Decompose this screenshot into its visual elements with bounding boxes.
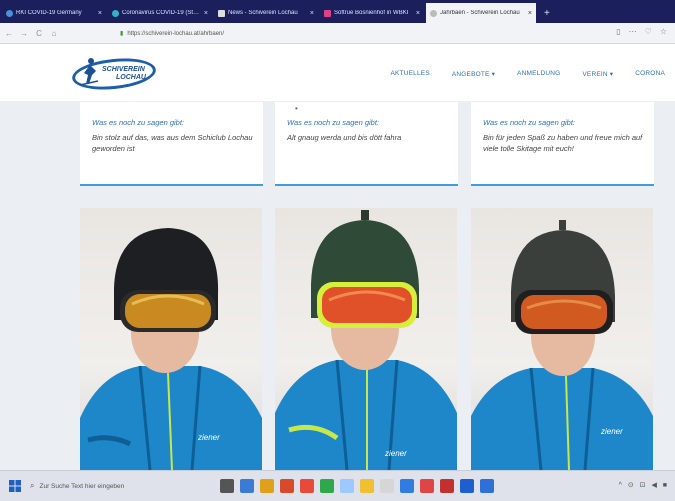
start-button[interactable]	[4, 475, 26, 497]
browser-tab[interactable]: Softrue Bosnienhof in WBKI ×	[320, 3, 424, 23]
profile-card: Was es noch zu sagen gibt: Bin stolz auf…	[80, 102, 263, 186]
skier-icon	[79, 58, 99, 86]
nav-anmeldung[interactable]: ANMELDUNG	[517, 70, 560, 78]
taskbar-app-icon[interactable]	[340, 479, 354, 493]
browser-tab-strip: RKI COVID-19 Germany × Coronavirus COVID…	[0, 0, 675, 23]
tab-label: Coronavirus COVID-19 (Statis…	[122, 10, 201, 16]
reload-icon[interactable]: C	[33, 29, 45, 38]
bookmark-star-icon[interactable]: ☆	[660, 27, 667, 36]
tab-label: Jahrbaen - Schiverein Lochau	[440, 10, 520, 16]
reader-view-icon[interactable]: ▯	[616, 27, 620, 36]
taskbar: ⌕ Zur Suche Text hier eingeben ^ ⊙ ⊡ ◀ ■	[0, 470, 675, 501]
site-header: SCHIVEREIN LOCHAU AKTUELLES ANGEBOTE ▾ A…	[0, 44, 675, 102]
jacket-logo: ziener	[384, 449, 407, 458]
decorative-dot: •	[295, 104, 298, 113]
toolbar-actions: ▯ ⋯ ♡ ☆	[616, 27, 667, 36]
tab-close-icon[interactable]: ×	[416, 10, 420, 17]
tab-favicon-icon	[324, 9, 331, 17]
tab-favicon-icon	[430, 9, 437, 17]
page-actions-icon[interactable]: ⋯	[629, 27, 637, 36]
main-content: Was es noch zu sagen gibt: Bin stolz auf…	[0, 102, 675, 470]
logo-text: SCHIVEREIN LOCHAU	[102, 66, 146, 82]
member-photo: ziener	[471, 208, 653, 470]
tab-label: RKI COVID-19 Germany	[16, 10, 82, 16]
browser-tab[interactable]: RKI COVID-19 Germany ×	[2, 3, 106, 23]
profile-card: • Was es noch zu sagen gibt: Alt gnaug w…	[275, 102, 458, 186]
taskbar-app-icon[interactable]	[240, 479, 254, 493]
member-photo: ziener	[80, 208, 262, 470]
address-bar[interactable]: ▮ https://schiverein-lochau.at/ahrbaen/	[120, 27, 540, 40]
taskbar-app-icon[interactable]	[480, 479, 494, 493]
forward-icon[interactable]: →	[18, 29, 30, 38]
member-portrait-image: ziener	[471, 220, 653, 470]
taskbar-app-icon[interactable]	[460, 479, 474, 493]
tab-favicon-icon	[6, 9, 13, 17]
card-answer: Alt gnaug werda und bis dött fahra	[287, 133, 402, 142]
home-icon[interactable]: ⌂	[48, 29, 60, 38]
tab-close-icon[interactable]: ×	[310, 10, 314, 17]
windows-icon	[9, 480, 21, 492]
site-logo[interactable]: SCHIVEREIN LOCHAU	[70, 53, 158, 94]
member-portrait-image: ziener	[275, 210, 457, 470]
tab-favicon-icon	[112, 9, 119, 17]
taskbar-app-icon[interactable]	[260, 479, 274, 493]
tab-favicon-icon	[218, 9, 225, 17]
taskbar-app-icon[interactable]	[320, 479, 334, 493]
taskbar-apps	[220, 479, 494, 493]
card-answer: Bin für jeden Spaß zu haben und freue mi…	[483, 133, 643, 153]
pocket-icon[interactable]: ♡	[645, 27, 652, 36]
browser-tab[interactable]: Coronavirus COVID-19 (Statis… ×	[108, 3, 212, 23]
tab-close-icon[interactable]: ×	[98, 10, 102, 17]
taskbar-app-icon[interactable]	[380, 479, 394, 493]
nav-aktuelles[interactable]: AKTUELLES	[390, 70, 429, 78]
tab-label: Softrue Bosnienhof in WBKI	[334, 10, 409, 16]
logo-text-line1: SCHIVEREIN	[102, 66, 145, 73]
browser-toolbar: ← → C ⌂ ▮ https://schiverein-lochau.at/a…	[0, 23, 675, 44]
nav-angebote[interactable]: ANGEBOTE ▾	[452, 70, 495, 78]
main-navigation: AKTUELLES ANGEBOTE ▾ ANMELDUNG VEREIN ▾ …	[390, 70, 665, 78]
browser-tab[interactable]: News - Schiverein Lochau ×	[214, 3, 318, 23]
tab-close-icon[interactable]: ×	[204, 10, 208, 17]
logo-text-line2: LOCHAU	[116, 74, 146, 81]
url-text: https://schiverein-lochau.at/ahrbaen/	[127, 30, 225, 37]
back-icon[interactable]: ←	[3, 29, 15, 38]
system-tray[interactable]: ^ ⊙ ⊡ ◀ ■	[619, 481, 669, 489]
taskbar-app-icon[interactable]	[220, 479, 234, 493]
member-portrait-image: ziener	[80, 228, 262, 470]
search-placeholder: Zur Suche Text hier eingeben	[39, 482, 125, 490]
taskbar-app-icon[interactable]	[360, 479, 374, 493]
card-question: Was es noch zu sagen gibt:	[92, 118, 184, 127]
taskbar-app-icon[interactable]	[440, 479, 454, 493]
search-icon: ⌕	[30, 481, 35, 490]
jacket-logo: ziener	[197, 433, 220, 442]
browser-tab-active[interactable]: Jahrbaen - Schiverein Lochau ×	[426, 3, 536, 23]
taskbar-app-icon[interactable]	[400, 479, 414, 493]
taskbar-search[interactable]: ⌕ Zur Suche Text hier eingeben	[30, 475, 190, 497]
nav-verein[interactable]: VEREIN ▾	[582, 70, 613, 78]
tab-close-icon[interactable]: ×	[528, 10, 532, 17]
member-photo: ziener	[275, 208, 457, 470]
lock-icon: ▮	[120, 31, 124, 37]
jacket-logo: ziener	[600, 427, 623, 436]
card-question: Was es noch zu sagen gibt:	[287, 118, 379, 127]
card-question: Was es noch zu sagen gibt:	[483, 118, 575, 127]
profile-card: Was es noch zu sagen gibt: Bin für jeden…	[471, 102, 654, 186]
taskbar-app-icon[interactable]	[280, 479, 294, 493]
new-tab-button[interactable]: +	[538, 8, 556, 23]
taskbar-app-icon[interactable]	[420, 479, 434, 493]
card-answer: Bin stolz auf das, was aus dem Schiclub …	[92, 133, 253, 153]
tab-label: News - Schiverein Lochau	[228, 10, 298, 16]
nav-corona[interactable]: CORONA	[635, 70, 665, 78]
taskbar-app-icon[interactable]	[300, 479, 314, 493]
